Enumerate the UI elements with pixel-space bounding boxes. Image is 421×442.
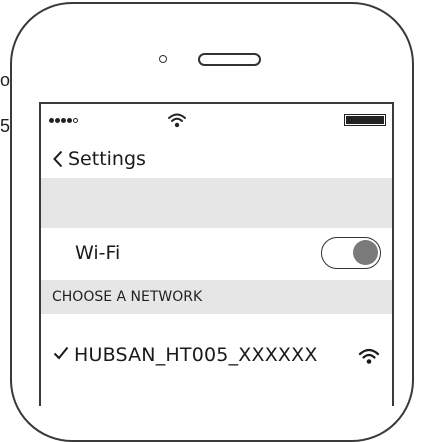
battery-icon: [344, 114, 386, 126]
wifi-toggle[interactable]: [321, 237, 381, 269]
back-button[interactable]: Settings: [53, 148, 146, 170]
network-name: HUBSAN_HT005_XXXXXX: [74, 344, 318, 366]
group-separator: [41, 178, 392, 228]
wifi-label: Wi-Fi: [75, 242, 121, 264]
front-camera-icon: [159, 55, 167, 63]
status-bar: [41, 104, 392, 138]
toggle-knob: [353, 240, 378, 265]
speaker-grille-icon: [198, 53, 261, 66]
signal-dots-icon: [49, 118, 78, 123]
checkmark-icon: [53, 346, 69, 360]
section-header-label: CHOOSE A NETWORK: [52, 289, 203, 305]
chevron-left-icon: [53, 150, 63, 168]
wifi-icon: [168, 113, 186, 128]
phone-screen: Settings Wi-Fi CHOOSE A NETWORK HUBSAN_H…: [39, 102, 394, 406]
network-list-item[interactable]: HUBSAN_HT005_XXXXXX: [41, 334, 392, 378]
wifi-icon: [358, 348, 380, 364]
section-header: CHOOSE A NETWORK: [41, 280, 392, 314]
back-button-label: Settings: [68, 148, 146, 170]
wifi-setting-row: Wi-Fi: [41, 228, 392, 280]
